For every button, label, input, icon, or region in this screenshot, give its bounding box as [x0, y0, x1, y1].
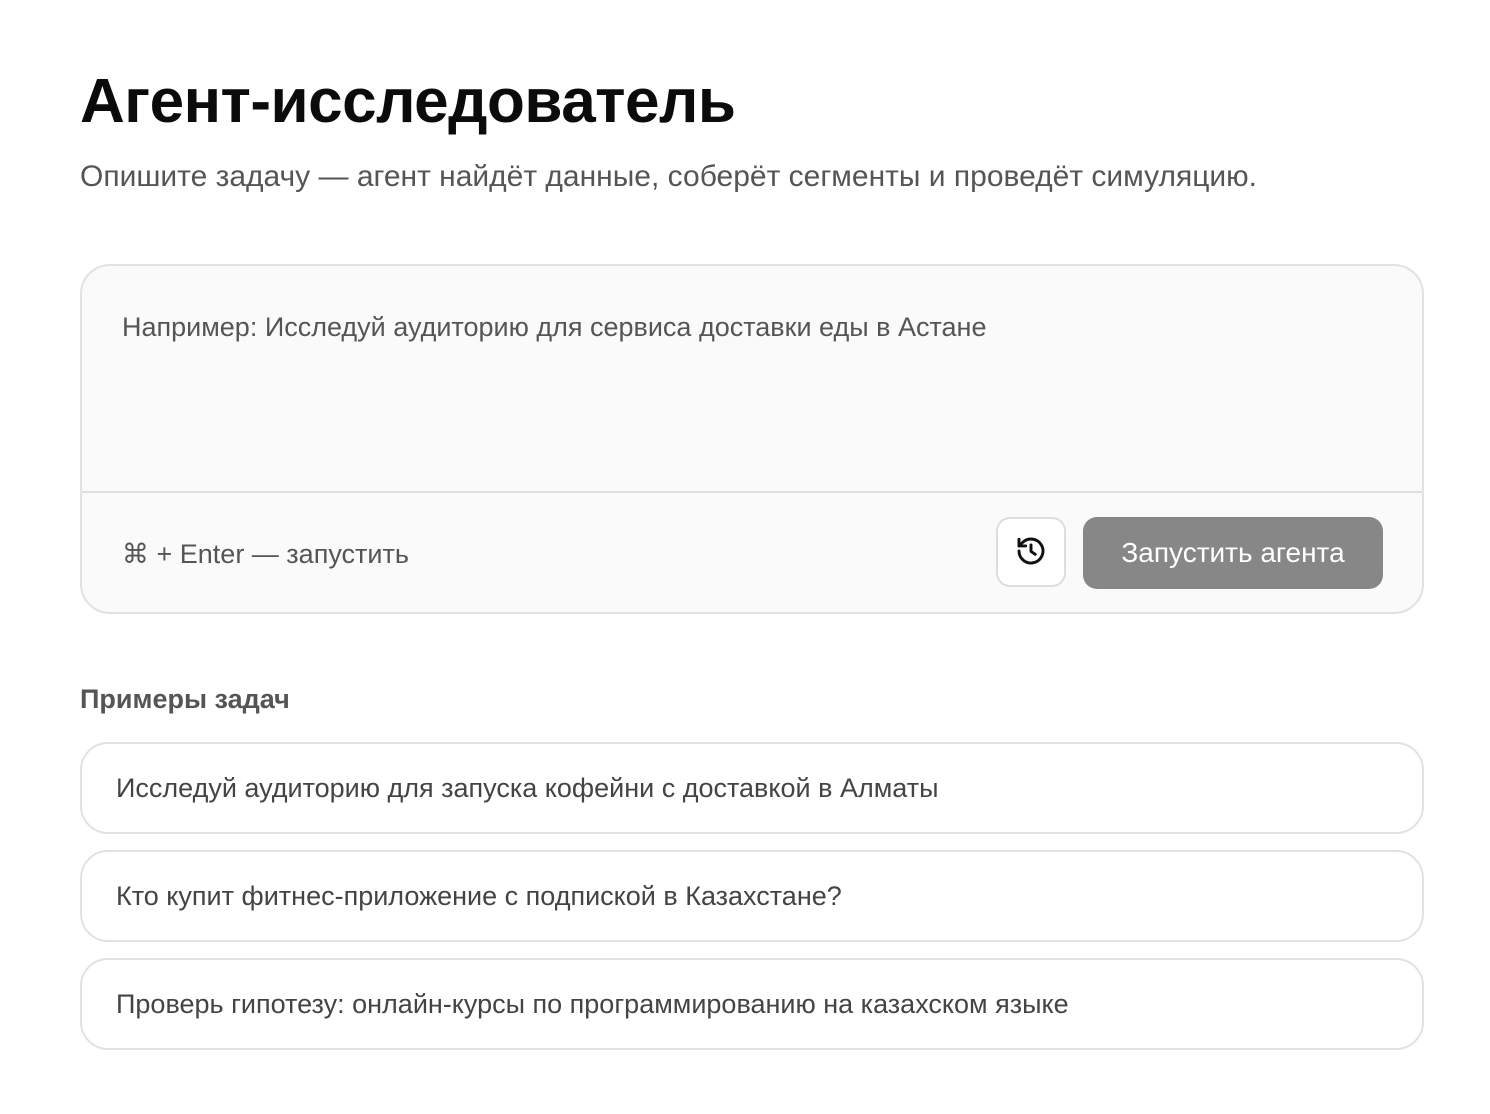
example-item[interactable]: Проверь гипотезу: онлайн-курсы по програ…	[80, 958, 1424, 1050]
example-list: Исследуй аудиторию для запуска кофейни с…	[80, 742, 1424, 1066]
example-item-label: Исследуй аудиторию для запуска кофейни с…	[116, 773, 939, 803]
run-agent-button[interactable]: Запустить агента	[1083, 517, 1383, 589]
example-item[interactable]: Кто купит фитнес-приложение с подпиской …	[80, 850, 1424, 942]
examples-heading: Примеры задач	[80, 684, 290, 714]
example-item-label: Проверь гипотезу: онлайн-курсы по програ…	[116, 989, 1069, 1019]
example-item-label: Кто купит фитнес-приложение с подпиской …	[116, 881, 842, 911]
history-button[interactable]	[996, 517, 1066, 587]
history-icon	[1015, 535, 1047, 570]
task-composer: ⌘ + Enter — запустить Запустить агента	[80, 264, 1424, 614]
page-subtitle: Опишите задачу — агент найдёт данные, со…	[80, 160, 1257, 193]
page-title: Агент-исследователь	[80, 67, 736, 136]
shortcut-hint: ⌘ + Enter — запустить	[122, 539, 409, 569]
composer-footer: ⌘ + Enter — запустить Запустить агента	[82, 493, 1422, 612]
example-item[interactable]: Исследуй аудиторию для запуска кофейни с…	[80, 742, 1424, 834]
task-input[interactable]	[82, 266, 1422, 490]
